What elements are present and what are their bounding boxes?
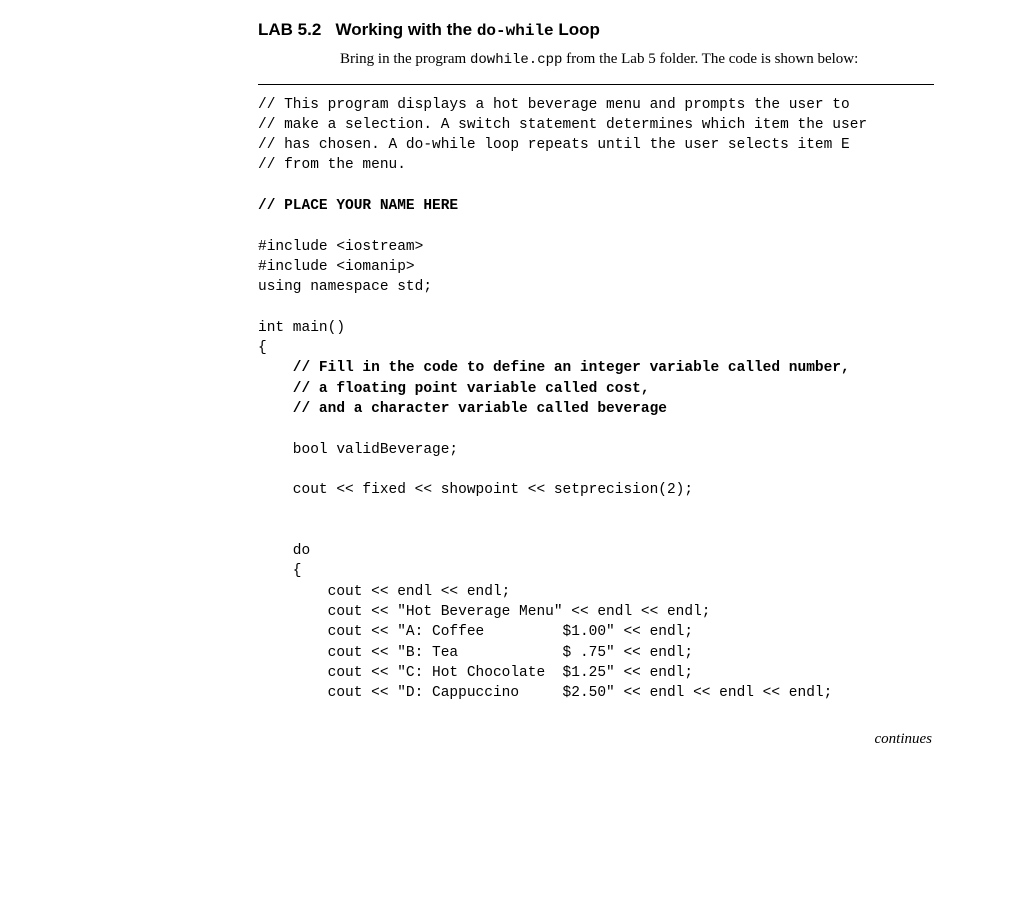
- code-line: cout << "Hot Beverage Menu" << endl << e…: [258, 604, 710, 620]
- continues-label: continues: [258, 731, 934, 748]
- code-line: // make a selection. A switch statement …: [258, 117, 867, 133]
- code-line: cout << fixed << showpoint << setprecisi…: [258, 482, 693, 498]
- code-line-bold: // and a character variable called bever…: [258, 401, 667, 417]
- code-line: #include <iostream>: [258, 239, 423, 255]
- lab-number: LAB 5.2: [258, 20, 321, 39]
- code-line: cout << "B: Tea $ .75" << endl;: [258, 645, 693, 661]
- document-page: LAB 5.2 Working with the do-while Loop B…: [0, 0, 1024, 918]
- lab-heading: LAB 5.2 Working with the do-while Loop: [258, 20, 934, 40]
- code-line: #include <iomanip>: [258, 259, 415, 275]
- code-block: // This program displays a hot beverage …: [258, 95, 934, 704]
- code-line: // from the menu.: [258, 157, 406, 173]
- code-line: do: [258, 543, 310, 559]
- code-line: cout << "A: Coffee $1.00" << endl;: [258, 624, 693, 640]
- code-line: cout << endl << endl;: [258, 584, 510, 600]
- code-line: bool validBeverage;: [258, 442, 458, 458]
- code-line: cout << "C: Hot Chocolate $1.25" << endl…: [258, 665, 693, 681]
- code-line: {: [258, 563, 302, 579]
- intro-filename: dowhile.cpp: [470, 52, 562, 68]
- code-line-bold: // PLACE YOUR NAME HERE: [258, 198, 458, 214]
- horizontal-rule: [258, 84, 934, 85]
- code-line: int main(): [258, 320, 345, 336]
- lab-title-after: Loop: [554, 20, 600, 39]
- intro-paragraph: Bring in the program dowhile.cpp from th…: [340, 50, 934, 70]
- code-line-bold: // a floating point variable called cost…: [258, 381, 650, 397]
- code-line: {: [258, 340, 267, 356]
- code-line: using namespace std;: [258, 279, 432, 295]
- lab-title-code: do-while: [477, 22, 554, 40]
- code-line-bold: // Fill in the code to define an integer…: [258, 360, 850, 376]
- code-line: cout << "D: Cappuccino $2.50" << endl <<…: [258, 685, 832, 701]
- code-line: // This program displays a hot beverage …: [258, 97, 850, 113]
- intro-part2: from the Lab 5 folder. The code is shown…: [562, 51, 858, 67]
- lab-title-before: Working with the: [335, 20, 476, 39]
- code-line: // has chosen. A do-while loop repeats u…: [258, 137, 850, 153]
- intro-part1: Bring in the program: [340, 51, 470, 67]
